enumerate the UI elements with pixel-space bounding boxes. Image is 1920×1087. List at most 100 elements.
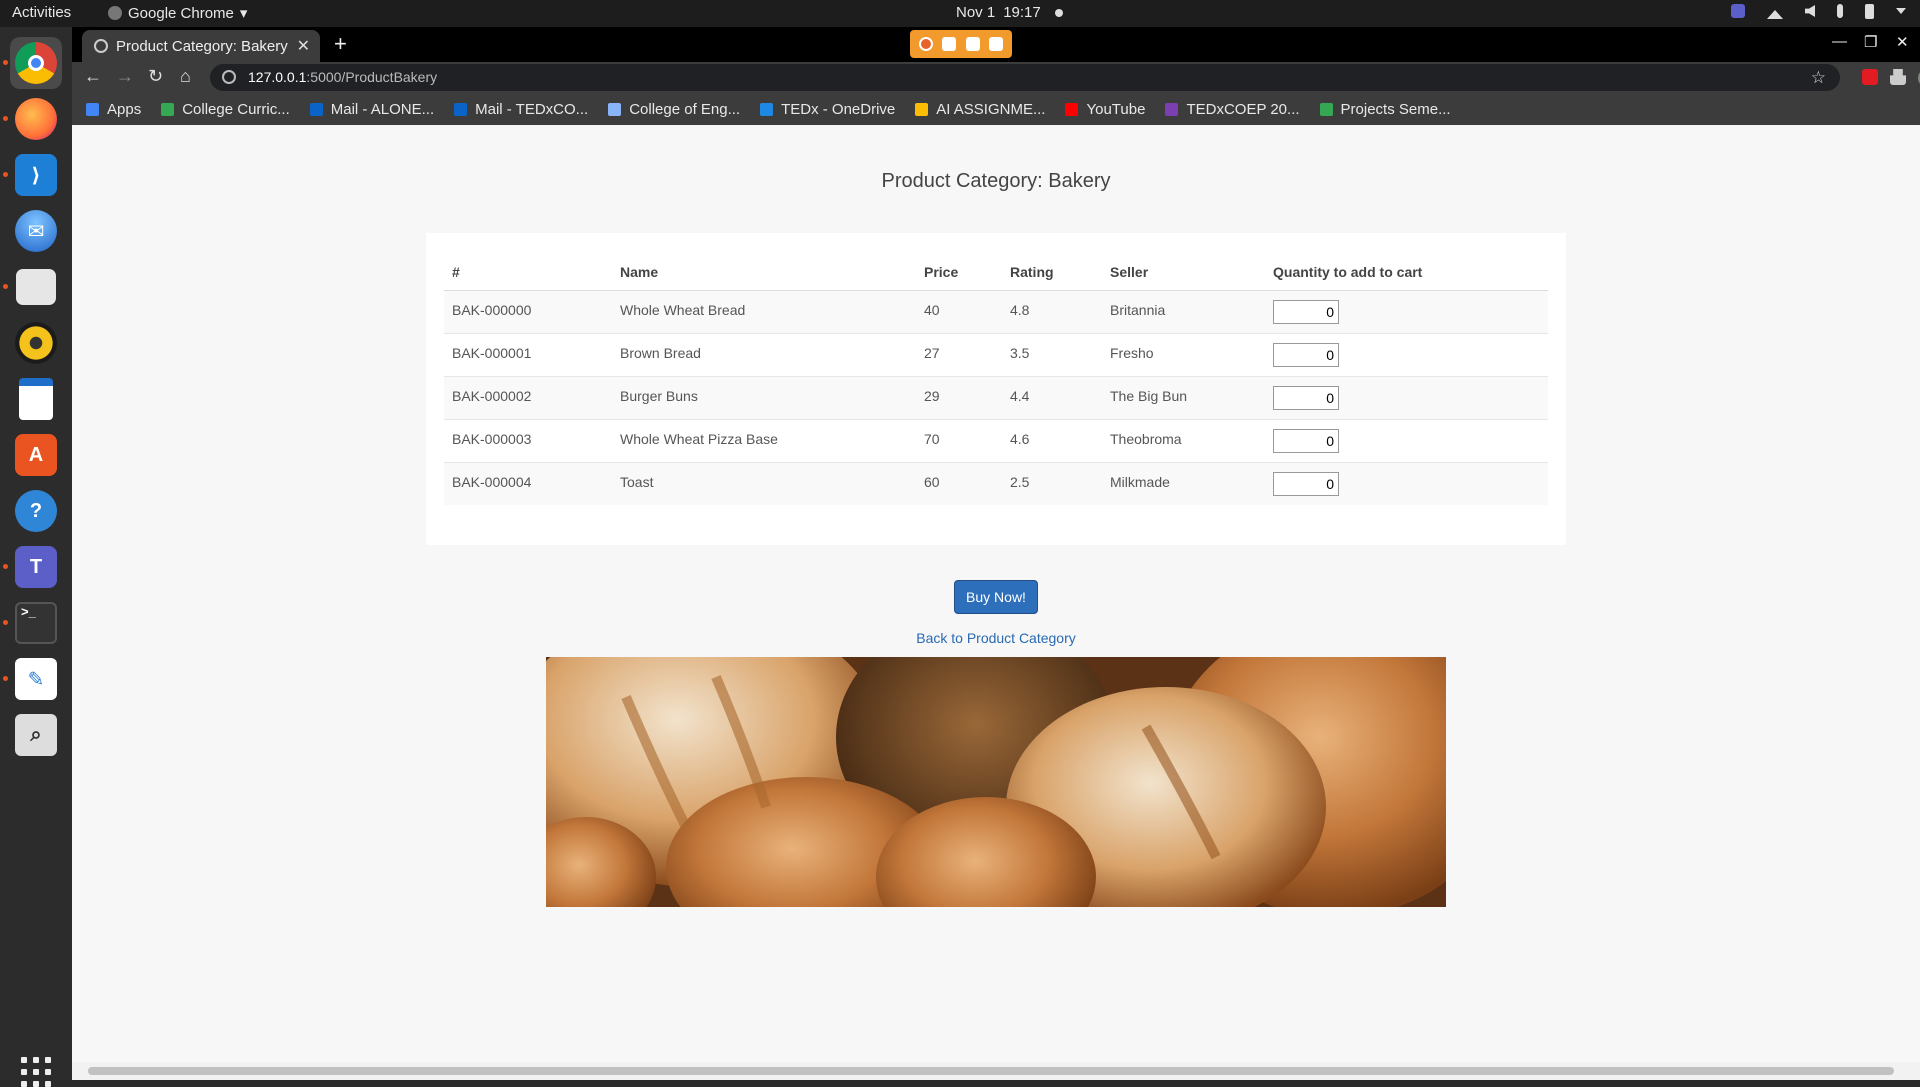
dock-text-editor[interactable]: ✎ — [10, 653, 62, 705]
tab-active[interactable]: Product Category: Bakery ✕ — [82, 30, 320, 62]
bookmark-star-icon[interactable]: ☆ — [1811, 64, 1826, 91]
dock-terminal[interactable]: >_ — [10, 597, 62, 649]
dock-rhythmbox[interactable] — [10, 317, 62, 369]
clock-date: Nov 1 — [956, 4, 996, 21]
bookmark-item[interactable]: TEDxCOEP 20... — [1165, 101, 1300, 118]
chrome-icon — [108, 6, 122, 20]
share-screen-icon[interactable] — [989, 37, 1004, 51]
restore-icon[interactable]: ❐ — [1864, 33, 1877, 51]
quantity-input[interactable] — [1273, 342, 1339, 367]
address-bar[interactable]: 127.0.0.1:5000/ProductBakery ☆ — [210, 64, 1840, 91]
activities-button[interactable]: Activities — [12, 4, 71, 21]
cell-seller: Theobroma — [1102, 418, 1265, 462]
chevron-down-icon[interactable] — [1896, 8, 1906, 14]
onedrive-icon — [760, 102, 774, 116]
quantity-input[interactable] — [1273, 471, 1339, 496]
bookmark-item[interactable]: College Curric... — [161, 101, 290, 118]
cell-seller: Britannia — [1102, 289, 1265, 333]
show-applications-icon[interactable] — [21, 1057, 51, 1087]
horizontal-scrollbar[interactable] — [72, 1062, 1920, 1080]
os-top-bar: Activities Google Chrome ▾ Nov 1 19:17 — [0, 0, 1920, 27]
dock-search[interactable]: ⌕ — [10, 709, 62, 761]
tab-title: Product Category: Bakery — [116, 37, 288, 55]
forms-icon — [1165, 102, 1179, 116]
screen-recorder-bar[interactable] — [910, 30, 1012, 58]
close-tab-icon[interactable]: ✕ — [297, 36, 310, 56]
url-path: :5000/ProductBakery — [306, 69, 438, 85]
software-center-icon: A — [15, 434, 57, 476]
dock-thunderbird[interactable]: ✉ — [10, 205, 62, 257]
magnifier-icon: ⌕ — [15, 714, 57, 756]
cell-price: 27 — [916, 332, 1002, 376]
bookmark-item[interactable]: AI ASSIGNME... — [915, 101, 1045, 118]
cell-id: BAK-000001 — [444, 332, 612, 376]
minimize-icon[interactable]: — — [1832, 33, 1847, 50]
app-menu[interactable]: Google Chrome ▾ — [108, 4, 247, 22]
reload-icon[interactable]: ↻ — [148, 66, 163, 87]
drive-icon — [1319, 102, 1333, 116]
bookmark-item[interactable]: Apps — [86, 101, 141, 118]
cell-id: BAK-000003 — [444, 418, 612, 462]
clock[interactable]: Nov 1 19:17 — [956, 4, 1063, 21]
buy-now-button[interactable]: Buy Now! — [954, 580, 1038, 614]
app-menu-label: Google Chrome — [128, 4, 234, 22]
dock-chrome[interactable] — [10, 37, 62, 89]
bookmark-item[interactable]: Projects Seme... — [1319, 101, 1451, 118]
dock-vscode[interactable]: ⟩ — [10, 149, 62, 201]
dock-help[interactable]: ? — [10, 485, 62, 537]
quantity-input[interactable] — [1273, 385, 1339, 410]
running-indicator — [3, 60, 8, 65]
running-indicator — [3, 620, 8, 625]
tab-strip: Product Category: Bakery ✕ + — ❐ ✕ — [72, 27, 1920, 62]
cell-rating: 4.8 — [1002, 289, 1102, 333]
bakery-bread-image — [546, 657, 1446, 907]
chrome-icon — [15, 42, 57, 84]
apps-grid-icon — [86, 102, 99, 116]
folder-icon — [16, 269, 56, 305]
terminal-icon: >_ — [15, 602, 57, 644]
cell-id: BAK-000000 — [444, 289, 612, 333]
teams-tray-icon[interactable] — [1731, 4, 1745, 18]
dock-writer[interactable] — [10, 373, 62, 425]
new-tab-icon[interactable]: + — [334, 31, 347, 57]
camera-icon[interactable] — [942, 37, 957, 51]
close-window-icon[interactable]: ✕ — [1896, 33, 1909, 51]
cell-price: 40 — [916, 289, 1002, 333]
cell-seller: Fresho — [1102, 332, 1265, 376]
table-row: BAK-000002 Burger Buns 29 4.4 The Big Bu… — [444, 375, 1548, 419]
site-info-icon[interactable] — [222, 70, 236, 84]
table-header-row: # Name Price Rating Seller Quantity to a… — [444, 255, 1548, 291]
cell-id: BAK-000004 — [444, 461, 612, 505]
bookmark-item[interactable]: Mail - ALONE... — [309, 101, 434, 118]
bookmark-item[interactable]: College of Eng... — [608, 101, 740, 118]
page-viewport: Product Category: Bakery # Name Price Ra… — [72, 125, 1920, 1080]
dock-firefox[interactable] — [10, 93, 62, 145]
cell-rating: 4.4 — [1002, 375, 1102, 419]
system-tray[interactable] — [1731, 3, 1906, 19]
cell-quantity — [1265, 375, 1548, 419]
quantity-input[interactable] — [1273, 299, 1339, 324]
column-header-id: # — [444, 255, 612, 291]
cell-name: Burger Buns — [612, 375, 916, 419]
extension-icon[interactable] — [1862, 69, 1878, 85]
back-to-category-link[interactable]: Back to Product Category — [72, 630, 1920, 646]
dock-teams[interactable]: T — [10, 541, 62, 593]
forward-arrow-icon[interactable]: → — [116, 66, 134, 87]
cell-rating: 4.6 — [1002, 418, 1102, 462]
home-icon[interactable]: ⌂ — [180, 66, 191, 87]
drive-icon — [915, 102, 929, 116]
url-host: 127.0.0.1 — [248, 69, 307, 85]
back-arrow-icon[interactable]: ← — [84, 66, 102, 87]
puzzle-icon[interactable] — [1890, 69, 1906, 85]
microphone-icon[interactable] — [965, 37, 980, 51]
dock-software[interactable]: A — [10, 429, 62, 481]
bookmark-item[interactable]: YouTube — [1065, 101, 1145, 118]
bookmark-item[interactable]: TEDx - OneDrive — [760, 101, 895, 118]
quantity-input[interactable] — [1273, 428, 1339, 453]
cell-id: BAK-000002 — [444, 375, 612, 419]
scrollbar-thumb[interactable] — [88, 1067, 1894, 1075]
bookmark-item[interactable]: Mail - TEDxCO... — [454, 101, 588, 118]
bread-illustration — [546, 657, 1446, 907]
dock-files[interactable] — [10, 261, 62, 313]
cell-name: Whole Wheat Pizza Base — [612, 418, 916, 462]
